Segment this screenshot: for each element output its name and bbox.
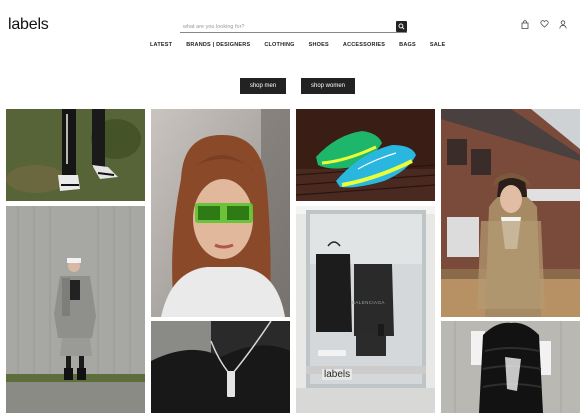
street-legs-image [6, 109, 145, 201]
shop-buttons: shop men shop women [240, 78, 355, 94]
storefront-image [296, 206, 435, 413]
header-actions [520, 19, 568, 29]
nav-accessories[interactable]: ACCESSORIES [343, 42, 385, 48]
logo[interactable]: labels [8, 16, 49, 34]
bag-icon [521, 19, 529, 29]
photo-green-glasses[interactable] [151, 109, 290, 317]
sneakers-image [296, 109, 435, 201]
nav-sale[interactable]: SALE [430, 42, 445, 48]
bucket-hat-image [441, 109, 580, 317]
nav-brands-designers[interactable]: BRANDS | DESIGNERS [186, 42, 250, 48]
photo-street-legs[interactable] [6, 109, 145, 201]
search-input[interactable] [183, 21, 388, 32]
bag-button[interactable] [520, 19, 530, 29]
shop-men-button[interactable]: shop men [240, 78, 286, 94]
nav-latest[interactable]: LATEST [150, 42, 172, 48]
window-lettering: BALENCIAGA [352, 300, 385, 305]
account-button[interactable] [558, 19, 568, 29]
nav-shoes[interactable]: SHOES [309, 42, 329, 48]
search-button[interactable] [396, 21, 407, 32]
photo-sneakers[interactable] [296, 109, 435, 201]
green-glasses-image [151, 109, 290, 317]
storefront-sign: labels [322, 369, 353, 380]
search-bar [180, 21, 407, 33]
photo-puffer-vest[interactable] [441, 321, 580, 413]
search-icon [398, 23, 405, 30]
grey-suit-image [6, 206, 145, 413]
photo-bucket-hat[interactable] [441, 109, 580, 317]
nav-bags[interactable]: BAGS [399, 42, 416, 48]
shop-women-button[interactable]: shop women [301, 78, 355, 94]
user-icon [559, 19, 567, 29]
photo-grey-suit[interactable] [6, 206, 145, 413]
nav-clothing[interactable]: CLOTHING [264, 42, 294, 48]
wishlist-button[interactable] [539, 19, 549, 29]
photo-necklace[interactable] [151, 321, 290, 413]
necklace-image [151, 321, 290, 413]
puffer-vest-image [441, 321, 580, 413]
photo-storefront[interactable]: BALENCIAGA labels [296, 206, 435, 413]
heart-icon [539, 20, 549, 28]
main-nav: LATEST BRANDS | DESIGNERS CLOTHING SHOES… [150, 42, 445, 48]
